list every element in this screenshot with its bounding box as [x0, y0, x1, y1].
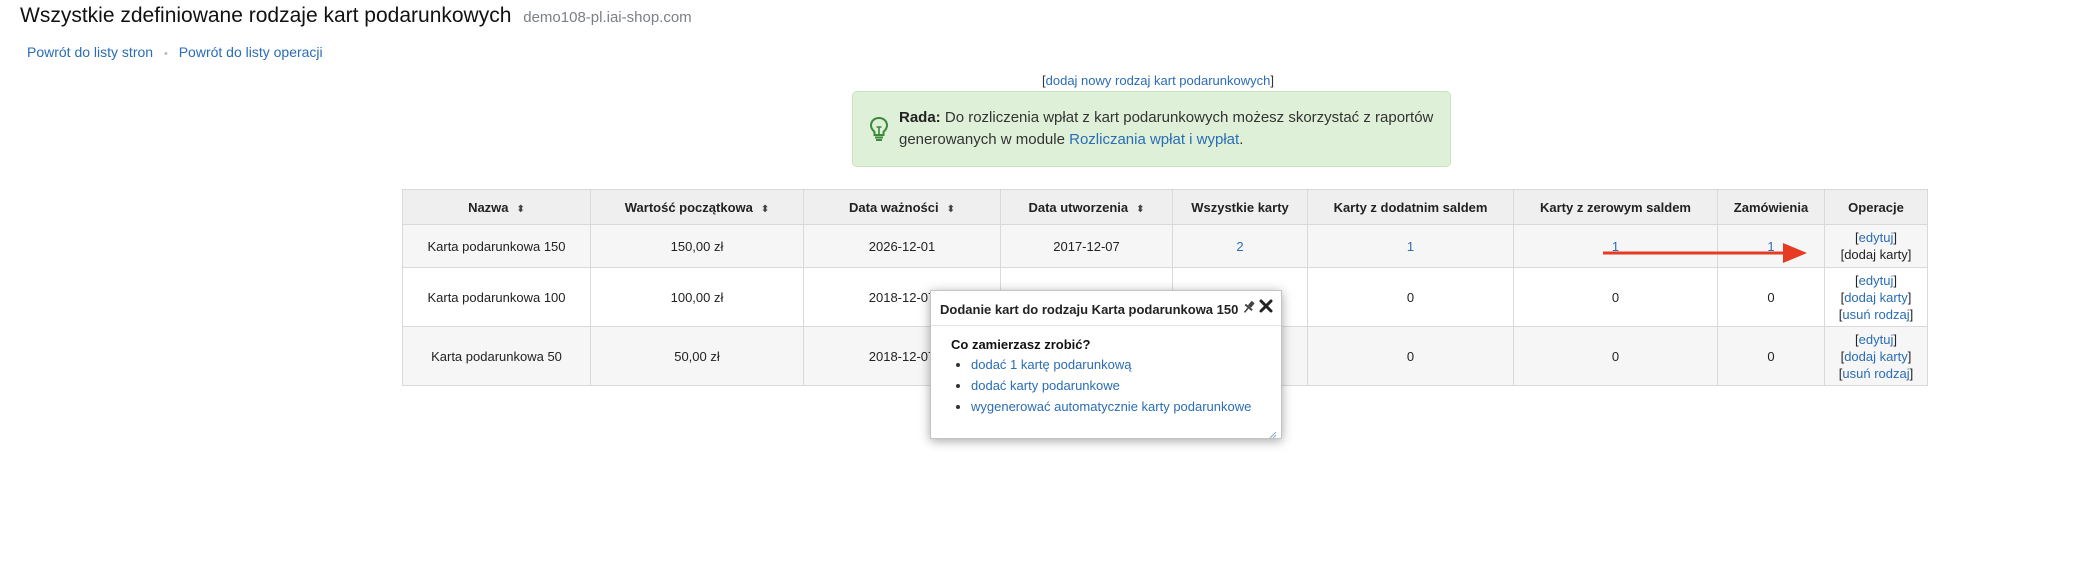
back-to-pages-link[interactable]: Powrót do listy stron: [27, 44, 153, 60]
edit-link[interactable]: edytuj: [1859, 273, 1894, 288]
annotation-arrow: [1603, 243, 1807, 263]
column-header-zero-balance: Karty z zerowym saldem: [1513, 189, 1718, 225]
tip-text: Rada: Do rozliczenia wpłat z kart podaru…: [899, 107, 1439, 151]
edit-link[interactable]: edytuj: [1859, 332, 1894, 347]
cell-value: 150,00 zł: [590, 224, 804, 268]
list-item: dodać karty podarunkowe: [971, 375, 1251, 396]
dialog-titlebar[interactable]: Dodanie kart do rodzaju Karta podarunkow…: [931, 291, 1281, 326]
cell-operations: [edytuj] [dodaj karty] [usuń rodzaj]: [1824, 326, 1928, 386]
column-header-name[interactable]: Nazwa ⬍: [402, 189, 591, 225]
sort-icon[interactable]: ⬍: [1136, 204, 1144, 215]
column-header-expiry[interactable]: Data ważności ⬍: [803, 189, 1001, 225]
column-header-created[interactable]: Data utworzenia ⬍: [1000, 189, 1173, 225]
cell-orders: 0: [1717, 326, 1825, 386]
add-cards-dialog: Dodanie kart do rodzaju Karta podarunkow…: [930, 290, 1282, 439]
page-title-text: Wszystkie zdefiniowane rodzaje kart poda…: [20, 4, 512, 27]
list-item: wygenerować automatycznie karty podarunk…: [971, 396, 1251, 417]
bracket-close: ]: [1270, 73, 1274, 88]
lightbulb-icon: [869, 116, 889, 147]
column-header-orders: Zamówienia: [1717, 189, 1825, 225]
add-cards-option-link[interactable]: dodać karty podarunkowe: [971, 378, 1120, 393]
cell-orders: 0: [1717, 267, 1825, 327]
tip-heading: Rada:: [899, 109, 941, 126]
settlements-module-link[interactable]: Rozliczania wpłat i wypłat: [1069, 131, 1239, 148]
column-header-positive-balance: Karty z dodatnim saldem: [1307, 189, 1514, 225]
cell-positive-balance: 1: [1307, 224, 1514, 268]
cell-name: Karta podarunkowa 50: [402, 326, 591, 386]
add-cards-link[interactable]: dodaj karty: [1844, 349, 1908, 364]
cell-name: Karta podarunkowa 150: [402, 224, 591, 268]
cell-created: 2017-12-07: [1000, 224, 1173, 268]
pin-icon[interactable]: [1241, 299, 1257, 315]
cell-expiry: 2026-12-01: [803, 224, 1001, 268]
add-new-type: [dodaj nowy rodzaj kart podarunkowych]: [1042, 73, 1274, 88]
back-links: Powrót do listy stron • Powrót do listy …: [27, 44, 323, 60]
tip-box: Rada: Do rozliczenia wpłat z kart podaru…: [852, 91, 1451, 167]
add-one-card-link[interactable]: dodać 1 kartę podarunkową: [971, 357, 1131, 372]
list-item: dodać 1 kartę podarunkową: [971, 354, 1251, 375]
column-header-initial-value[interactable]: Wartość początkowa ⬍: [590, 189, 804, 225]
cell-value: 100,00 zł: [590, 267, 804, 327]
cell-operations: [edytuj] [dodaj karty] [usuń rodzaj]: [1824, 267, 1928, 327]
cell-zero-balance: 0: [1513, 267, 1718, 327]
cell-positive-balance: 0: [1307, 267, 1514, 327]
tip-text-after: .: [1239, 131, 1244, 148]
back-to-operations-link[interactable]: Powrót do listy operacji: [179, 44, 323, 60]
cell-operations: [edytuj] [dodaj karty]: [1824, 224, 1928, 268]
sort-icon[interactable]: ⬍: [947, 204, 955, 215]
sort-icon[interactable]: ⬍: [761, 204, 769, 215]
delete-type-link[interactable]: usuń rodzaj: [1842, 307, 1909, 322]
cell-zero-balance: 0: [1513, 326, 1718, 386]
close-icon[interactable]: [1258, 298, 1274, 314]
cell-value: 50,00 zł: [590, 326, 804, 386]
resize-handle-icon[interactable]: [1269, 426, 1277, 439]
all-cards-link[interactable]: 2: [1236, 239, 1243, 254]
sort-icon[interactable]: ⬍: [517, 204, 525, 215]
page-title: Wszystkie zdefiniowane rodzaje kart poda…: [20, 4, 692, 28]
dialog-question: Co zamierzasz zrobić?: [951, 337, 1091, 352]
link-separator: •: [163, 48, 168, 60]
positive-balance-link[interactable]: 1: [1407, 239, 1414, 254]
dialog-options: dodać 1 kartę podarunkową dodać karty po…: [951, 354, 1251, 417]
generate-cards-link[interactable]: wygenerować automatycznie karty podarunk…: [971, 399, 1251, 414]
column-header-operations: Operacje: [1824, 189, 1928, 225]
column-header-all-cards: Wszystkie karty: [1172, 189, 1308, 225]
cell-positive-balance: 0: [1307, 326, 1514, 386]
delete-type-link[interactable]: usuń rodzaj: [1842, 366, 1909, 381]
dialog-title: Dodanie kart do rodzaju Karta podarunkow…: [940, 302, 1239, 317]
cell-all-cards: 2: [1172, 224, 1308, 268]
table-header-row: Nazwa ⬍ Wartość początkowa ⬍ Data ważności…: [402, 189, 1928, 225]
cell-name: Karta podarunkowa 100: [402, 267, 591, 327]
add-cards-link[interactable]: dodaj karty: [1844, 290, 1908, 305]
add-cards-link[interactable]: dodaj karty: [1844, 247, 1908, 262]
add-new-type-link[interactable]: dodaj nowy rodzaj kart podarunkowych: [1046, 73, 1271, 88]
shop-domain: demo108-pl.iai-shop.com: [523, 9, 692, 26]
edit-link[interactable]: edytuj: [1859, 230, 1894, 245]
